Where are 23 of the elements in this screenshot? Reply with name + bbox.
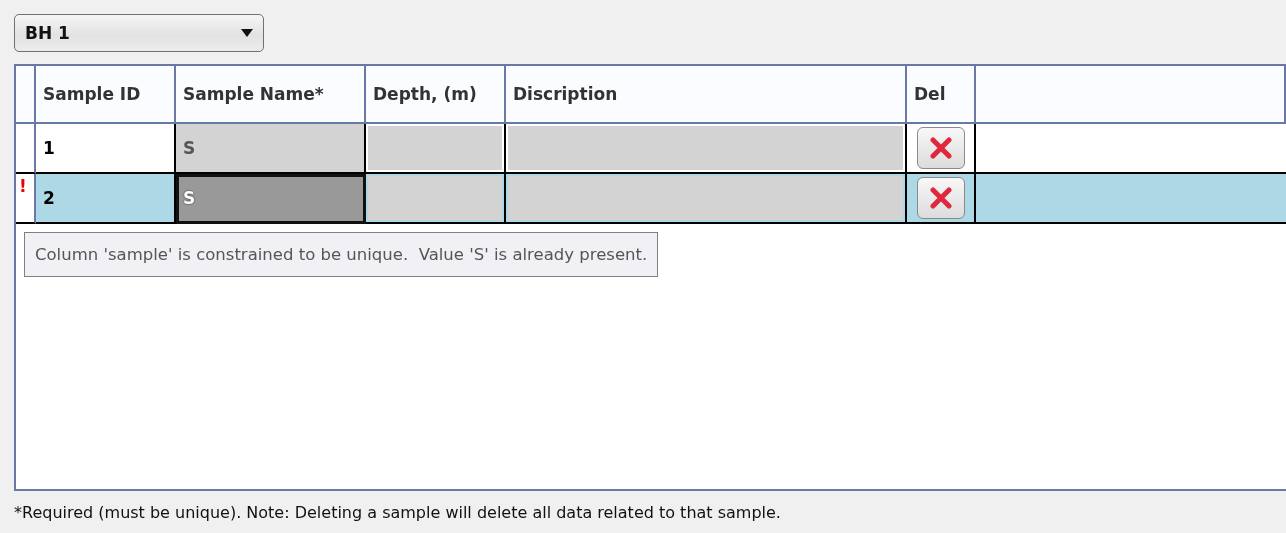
borehole-dropdown[interactable]: BH 1	[14, 14, 264, 52]
table-cell: 2	[36, 174, 176, 224]
column-header[interactable]: Del	[907, 66, 976, 124]
table-cell[interactable]	[508, 176, 903, 220]
error-mark: !	[18, 175, 27, 195]
error-tooltip: Column 'sample' is constrained to be unique. Value 'S' is already present.	[24, 232, 659, 277]
caret-icon	[241, 29, 253, 37]
footnote: *Required (must be unique). Note: Deleting a sample will delete all data related to that sample.	[14, 503, 782, 522]
table-cell[interactable]	[368, 126, 502, 170]
row-header[interactable]: !	[16, 174, 36, 224]
table-cell[interactable]: S	[176, 124, 366, 174]
table-cell[interactable]	[508, 126, 903, 170]
column-header[interactable]: Sample ID	[36, 66, 176, 124]
delete-button[interactable]	[916, 127, 965, 169]
table-cell: 1	[36, 124, 176, 174]
row-header[interactable]	[16, 124, 36, 174]
close-icon	[929, 137, 952, 159]
table-cell[interactable]	[368, 176, 502, 220]
close-icon	[929, 187, 952, 209]
column-header[interactable]: Depth, (m)	[366, 66, 506, 124]
delete-button[interactable]	[916, 177, 965, 219]
column-header[interactable]: Sample Name*	[176, 66, 366, 124]
column-header[interactable]: Discription	[506, 66, 907, 124]
